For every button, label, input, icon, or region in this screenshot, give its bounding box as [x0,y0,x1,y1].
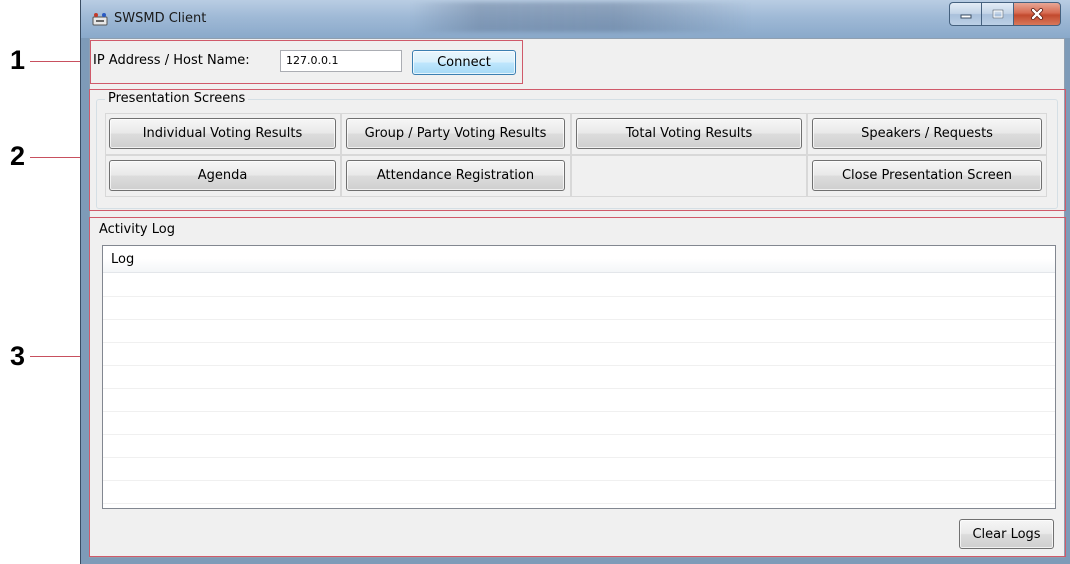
log-column-label: Log [111,252,135,267]
close-button[interactable] [1013,2,1061,26]
list-row [103,435,1055,458]
callout-2: 2 [10,141,26,171]
individual-voting-results-button[interactable]: Individual Voting Results [109,118,336,149]
log-column-header[interactable]: Log [103,246,1055,273]
maximize-button[interactable] [981,2,1013,26]
window-title: SWSMD Client [114,11,207,26]
clear-logs-button[interactable]: Clear Logs [959,519,1054,549]
group-party-voting-results-button[interactable]: Group / Party Voting Results [346,118,565,149]
activity-log-list[interactable]: Log [102,245,1056,509]
list-row [103,343,1055,366]
connect-button[interactable]: Connect [412,50,516,75]
callout-3: 3 [10,341,26,371]
minimize-icon [960,14,971,19]
caption-buttons [949,2,1061,28]
list-row [103,297,1055,320]
title-bar-reflection [411,2,751,32]
host-label: IP Address / Host Name: [93,53,250,68]
screenshot-page: 1 2 3 SWSMD Client IP Address / Host Nam… [0,0,1070,564]
list-row [103,389,1055,412]
maximize-icon [992,9,1003,19]
activity-log-title: Activity Log [99,222,175,237]
app-window: SWSMD Client IP Address / Host Name: 127… [80,0,1070,564]
callout-1: 1 [10,45,26,75]
list-row [103,458,1055,481]
total-voting-results-button[interactable]: Total Voting Results [576,118,802,149]
list-row [103,481,1055,504]
list-row [103,366,1055,389]
host-input[interactable]: 127.0.0.1 [280,50,402,72]
close-presentation-screen-button[interactable]: Close Presentation Screen [812,160,1042,191]
client-area: IP Address / Host Name: 127.0.0.1 Connec… [89,38,1066,558]
attendance-registration-button[interactable]: Attendance Registration [346,160,565,191]
list-row [103,274,1055,297]
agenda-button[interactable]: Agenda [109,160,336,191]
close-icon [1031,8,1043,20]
title-bar[interactable]: SWSMD Client [81,0,1070,38]
list-row [103,412,1055,435]
list-row [103,320,1055,343]
presentation-group-title: Presentation Screens [105,91,249,106]
minimize-button[interactable] [949,2,981,26]
speakers-requests-button[interactable]: Speakers / Requests [812,118,1042,149]
grid-cell-empty [571,155,807,197]
app-logo-icon [92,13,108,26]
